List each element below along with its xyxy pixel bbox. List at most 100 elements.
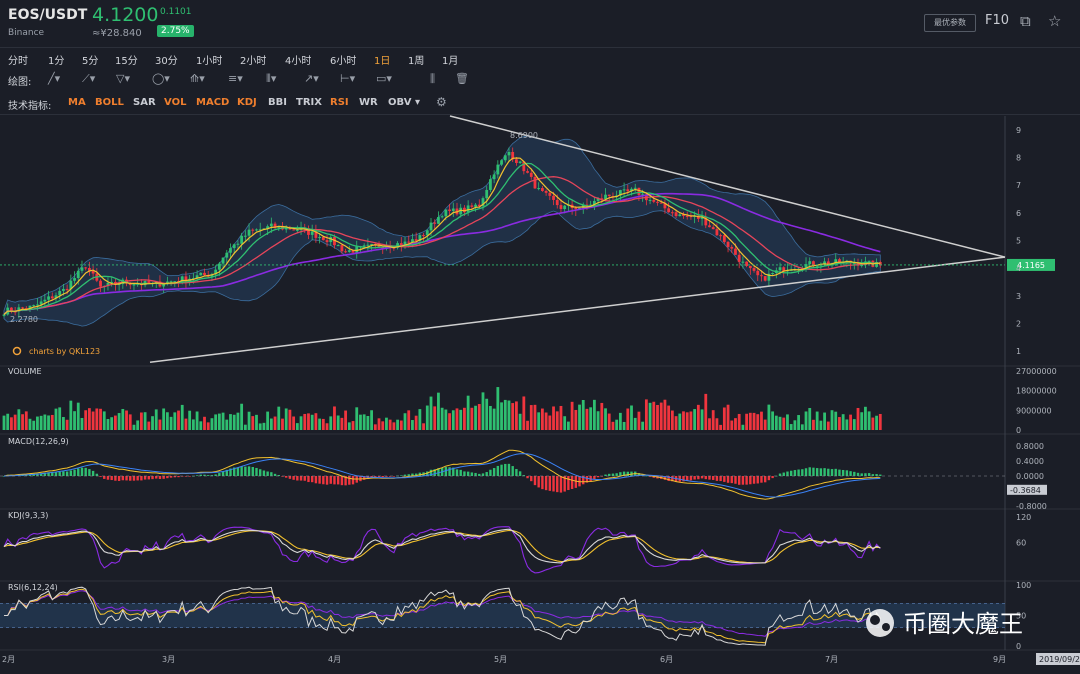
candle-body <box>559 205 563 210</box>
macd-histogram-bar <box>91 470 95 476</box>
macd-histogram-bar <box>147 476 151 480</box>
candle-body <box>203 272 206 275</box>
volume-bar <box>217 413 221 430</box>
volume-bar <box>10 417 13 430</box>
volume-bar <box>719 424 723 430</box>
candle-body <box>451 208 455 211</box>
candle-body <box>444 209 448 217</box>
volume-bar <box>659 402 663 430</box>
volume-bar <box>351 421 355 430</box>
candle-body <box>366 244 370 246</box>
volume-bar <box>373 424 377 430</box>
candle-body <box>232 244 236 249</box>
volume-bar <box>793 420 797 430</box>
macd-histogram-bar <box>299 476 303 481</box>
macd-histogram-bar <box>856 472 860 476</box>
volume-bar <box>240 403 244 430</box>
volume-bar <box>630 405 633 430</box>
chart-canvas[interactable]: 4.1165 8.6900 2.2780 charts by QKL123 9 8 7 6 5 4… <box>0 0 1080 674</box>
price-y-tick: 2 <box>1016 320 1021 329</box>
candle-body <box>652 199 656 202</box>
volume-bar <box>318 418 322 430</box>
macd-histogram-bar <box>481 473 485 476</box>
macd-histogram-bar <box>726 476 730 483</box>
macd-histogram-bar <box>143 476 147 480</box>
macd-histogram-bar <box>474 472 477 476</box>
macd-histogram-bar <box>730 476 733 484</box>
volume-bar <box>366 415 370 430</box>
volume-bar <box>708 418 711 430</box>
macd-histogram-bar <box>530 476 533 482</box>
macd-histogram-bar <box>511 466 514 476</box>
macd-histogram-bar <box>348 476 351 485</box>
volume-bar <box>299 416 303 430</box>
volume-bar <box>496 387 500 430</box>
volume-bar <box>581 399 585 430</box>
macd-histogram-bar <box>259 469 262 476</box>
volume-bar <box>310 414 314 430</box>
macd-histogram-bar <box>752 476 756 484</box>
volume-bar <box>403 413 407 430</box>
macd-histogram-bar <box>552 476 555 492</box>
volume-bar <box>21 414 24 430</box>
volume-bar <box>132 424 136 430</box>
candle-body <box>515 159 518 163</box>
volume-bar <box>344 410 348 430</box>
volume-bar <box>644 399 648 430</box>
macd-y-tick: 0.0000 <box>1016 472 1044 481</box>
volume-bar <box>121 408 125 430</box>
volume-bar <box>808 408 812 430</box>
volume-bar <box>585 408 589 430</box>
macd-histogram-bar <box>626 471 629 476</box>
volume-bar <box>637 411 641 430</box>
volume-bar <box>589 407 593 430</box>
candle-body <box>678 214 682 217</box>
candle-body <box>243 235 247 237</box>
volume-bar <box>243 424 247 430</box>
macd-histogram-bar <box>292 476 295 480</box>
kdj-d-line <box>3 529 881 564</box>
volume-bar <box>440 407 444 430</box>
candle-body <box>533 176 537 189</box>
volume-bar <box>195 411 199 430</box>
macd-histogram-bar <box>58 471 61 476</box>
candle-body <box>622 189 626 191</box>
macd-histogram-bar <box>307 476 310 483</box>
macd-histogram-bar <box>756 476 759 484</box>
candle-body <box>21 307 24 309</box>
candle-body <box>2 314 6 316</box>
kdj-y-tick: 60 <box>1016 538 1026 547</box>
volume-bar <box>611 421 615 430</box>
high-price-label: 8.6900 <box>510 131 538 140</box>
x-tick-label: 7月 <box>825 655 838 664</box>
macd-histogram-bar <box>103 476 106 479</box>
volume-bar <box>696 404 700 430</box>
macd-histogram-bar <box>496 465 500 476</box>
candle-body <box>719 235 723 237</box>
volume-bar <box>295 423 299 430</box>
volume-bar <box>745 413 749 430</box>
candle-body <box>132 284 136 286</box>
volume-bar <box>6 413 10 430</box>
volume-bar <box>782 417 786 430</box>
macd-histogram-bar <box>537 476 540 488</box>
candle-body <box>251 229 255 231</box>
volume-bar <box>607 413 611 430</box>
volume-bar <box>80 418 84 430</box>
volume-bar <box>47 415 50 430</box>
candle-body <box>407 241 411 243</box>
macd-histogram-bar <box>140 476 143 481</box>
volume-bar <box>485 398 489 430</box>
rsi-band <box>0 603 1005 628</box>
volume-bar <box>470 407 474 430</box>
macd-histogram-bar <box>99 476 102 477</box>
volume-bar <box>771 411 775 430</box>
volume-bar <box>433 406 437 430</box>
candle-body <box>433 222 437 224</box>
macd-histogram-bar <box>132 476 136 481</box>
macd-histogram-bar <box>177 476 180 478</box>
volume-bar <box>834 411 838 430</box>
volume-bar <box>463 407 466 430</box>
candle-body <box>295 229 299 231</box>
volume-bar <box>552 406 555 430</box>
